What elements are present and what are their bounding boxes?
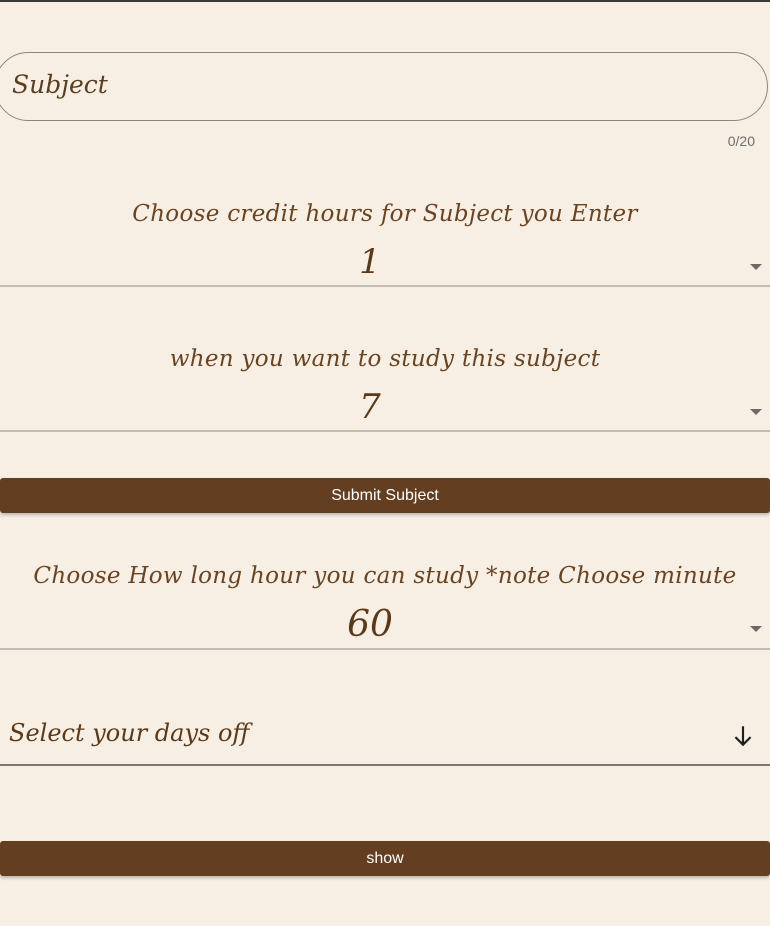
subject-placeholder: Subject	[12, 70, 108, 99]
chevron-down-icon	[750, 409, 762, 415]
show-button[interactable]: show	[0, 841, 770, 876]
credit-hours-label: Choose credit hours for Subject you Ente…	[132, 201, 638, 227]
study-length-underline	[0, 648, 770, 650]
study-time-value: 7	[359, 387, 381, 427]
chevron-down-icon	[750, 264, 762, 270]
study-time-underline	[0, 430, 770, 432]
days-off-underline	[0, 764, 770, 766]
study-length-label: Choose How long hour you can study *note…	[33, 563, 737, 589]
days-off-label: Select your days off	[9, 719, 250, 747]
arrow-down-icon	[734, 726, 752, 747]
subject-input[interactable]	[0, 52, 768, 121]
top-divider	[0, 0, 770, 2]
credit-hours-underline	[0, 285, 770, 287]
study-time-label: when you want to study this subject	[169, 346, 601, 372]
study-length-value: 60	[347, 604, 393, 645]
credit-hours-value: 1	[359, 242, 381, 282]
submit-subject-button[interactable]: Submit Subject	[0, 478, 770, 513]
subject-char-counter: 0/20	[727, 133, 755, 149]
chevron-down-icon	[750, 626, 762, 632]
